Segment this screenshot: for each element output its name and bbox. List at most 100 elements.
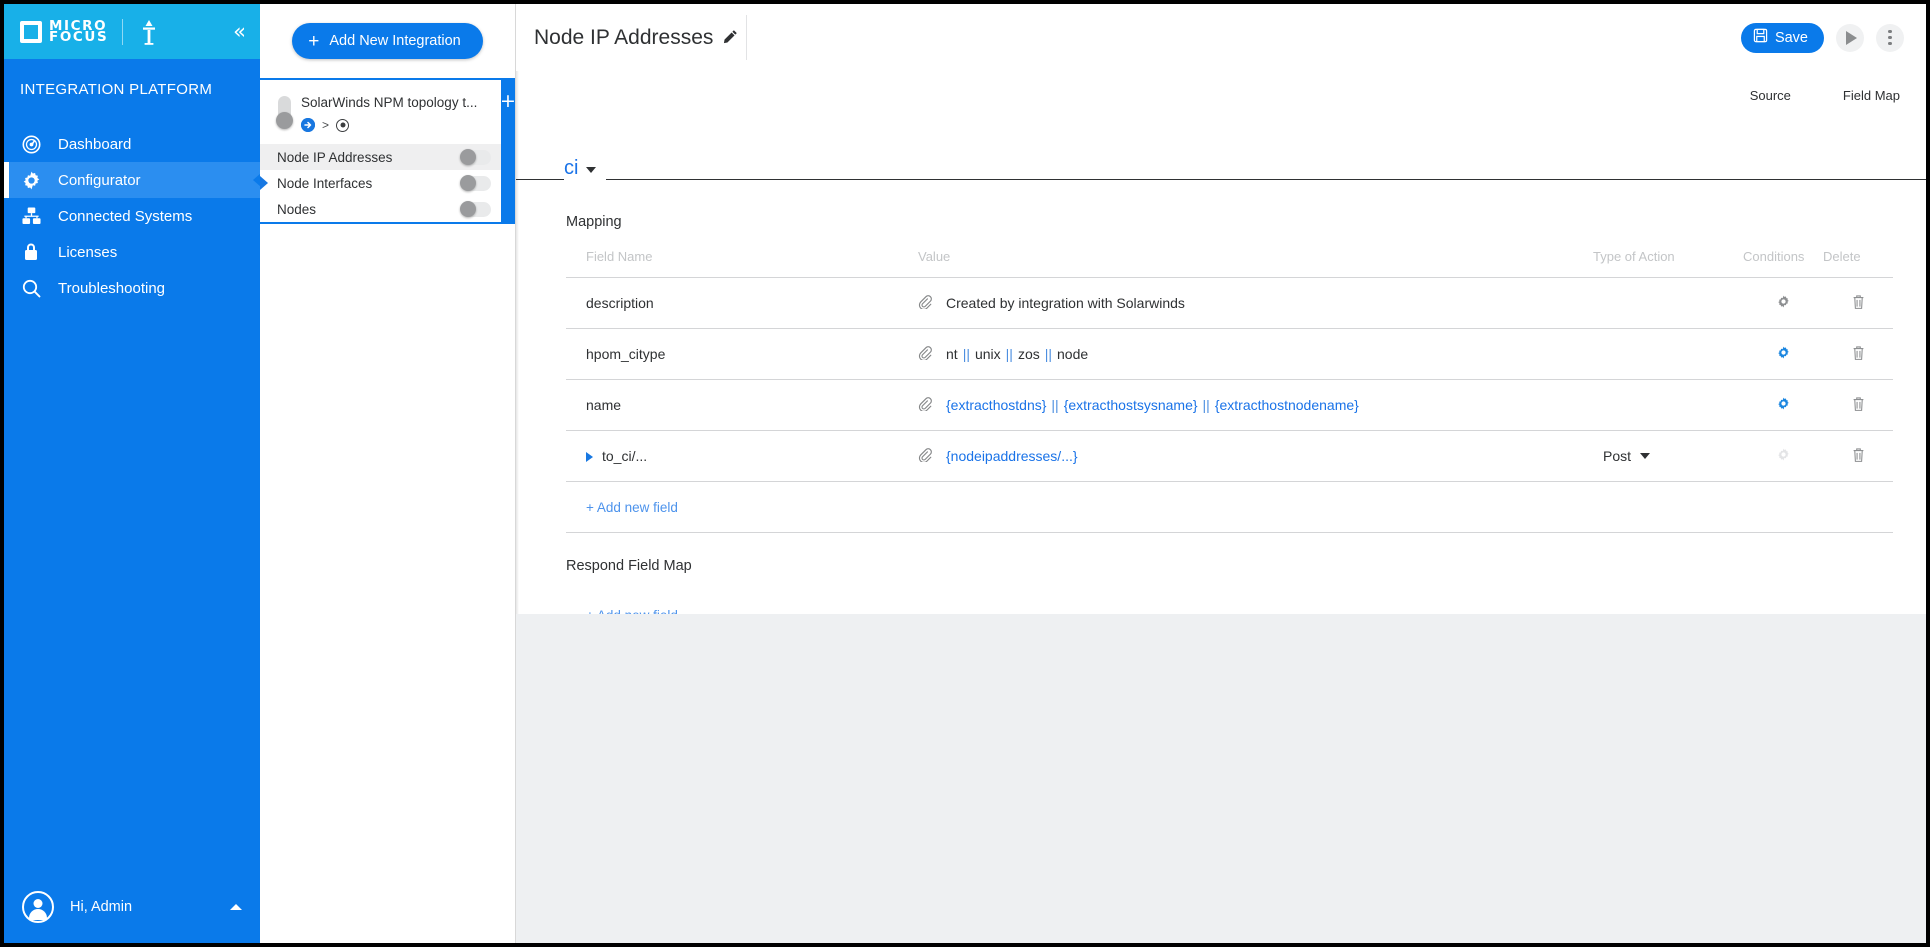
value-separator-icon: || <box>962 346 970 362</box>
tower-icon[interactable] <box>139 19 159 45</box>
attachment-icon[interactable] <box>918 396 932 414</box>
sidebar-item-connected-systems[interactable]: Connected Systems <box>4 198 260 234</box>
value-separator-icon: || <box>1005 346 1013 362</box>
tab-field-map[interactable]: Field Map <box>1816 81 1926 109</box>
expand-row-icon[interactable] <box>586 452 593 463</box>
column-header-field-name: Field Name <box>566 249 918 278</box>
platform-title: INTEGRATION PLATFORM <box>20 81 213 98</box>
run-button[interactable] <box>1836 23 1864 52</box>
content-background <box>516 614 1926 943</box>
attachment-icon[interactable] <box>918 345 932 363</box>
header-actions: Save <box>1740 22 1926 53</box>
respond-field-map-table: + Add new field <box>566 593 1893 614</box>
brand-divider <box>122 18 124 45</box>
add-new-integration-button[interactable]: + Add New Integration <box>292 23 483 59</box>
table-header-row: Field Name Value Type of Action Conditio… <box>566 249 1893 278</box>
user-menu[interactable]: Hi, Admin <box>4 871 260 943</box>
add-new-integration-label: Add New Integration <box>329 33 461 49</box>
page-title-text: Node IP Addresses <box>534 25 714 49</box>
sidebar-item-troubleshooting[interactable]: Troubleshooting <box>4 270 260 306</box>
mapping-table: Field Name Value Type of Action Conditio… <box>566 249 1893 533</box>
attachment-icon[interactable] <box>918 294 932 312</box>
type-of-action-select[interactable]: Post <box>1593 448 1651 464</box>
sidebar-item-licenses[interactable]: Licenses <box>4 234 260 270</box>
value-part: nt <box>946 346 958 362</box>
sidebar-item-dashboard[interactable]: Dashboard <box>4 126 260 162</box>
attachment-icon[interactable] <box>918 447 932 465</box>
logo-square-icon <box>20 20 42 43</box>
value-separator-icon: || <box>1202 397 1210 413</box>
table-row: hpom_citype nt || unix || zos || node <box>566 328 1893 380</box>
respond-add-new-field-link[interactable]: + Add new field <box>586 608 678 614</box>
delete-trash-icon[interactable] <box>1851 447 1866 466</box>
add-field-cell: + Add new field <box>566 481 1893 533</box>
flow-enable-toggle[interactable] <box>460 200 491 217</box>
row-delete <box>1823 379 1893 431</box>
row-delete <box>1823 430 1893 482</box>
add-flow-button[interactable]: + <box>500 92 516 111</box>
header-rule <box>516 179 1926 180</box>
chevron-up-icon[interactable] <box>230 904 242 910</box>
save-button[interactable]: Save <box>1740 22 1824 53</box>
tab-source[interactable]: Source <box>1723 81 1817 109</box>
column-header-value: Value <box>918 249 1593 278</box>
flow-item-nodes[interactable]: Nodes <box>260 196 501 222</box>
row-value-text: {extracthostdns} || {extracthostsysname} ||… <box>946 397 1359 413</box>
conditions-gear-icon[interactable] <box>1776 345 1791 363</box>
integration-list-panel: + Add New Integration + SolarWinds NPM t… <box>260 4 516 943</box>
row-action <box>1593 379 1743 431</box>
integration-header: SolarWinds NPM topology t... > <box>260 80 515 144</box>
gear-icon <box>4 170 58 191</box>
add-field-row: + Add new field <box>566 593 1893 614</box>
brand-bar: MICRO FOCUS « <box>4 4 260 59</box>
sidebar-item-label: Connected Systems <box>58 207 193 225</box>
integration-flow-list: Node IP Addresses Node Interfaces Nodes <box>260 144 515 222</box>
avatar-icon <box>22 891 54 923</box>
value-part: node <box>1057 346 1089 362</box>
add-field-row: + Add new field <box>566 481 1893 533</box>
value-part: zos <box>1017 346 1040 362</box>
collapse-sidebar-button[interactable]: « <box>233 21 246 42</box>
delete-trash-icon[interactable] <box>1851 396 1866 415</box>
row-conditions <box>1743 430 1823 482</box>
integration-enable-toggle[interactable] <box>276 94 293 132</box>
field-map-panel: Source Field Map ci Mapping Field Name V… <box>516 71 1926 614</box>
row-value: {extracthostdns} || {extracthostsysname} ||… <box>918 379 1593 431</box>
lock-icon <box>4 242 58 262</box>
sidebar-item-label: Troubleshooting <box>58 279 166 297</box>
row-value: {nodeipaddresses/...} <box>918 430 1593 482</box>
add-integration-toolbar: + Add New Integration <box>260 4 515 78</box>
dashboard-icon <box>4 135 58 154</box>
value-separator-icon: || <box>1051 397 1059 413</box>
micro-focus-logo: MICRO FOCUS <box>20 19 109 45</box>
delete-trash-icon[interactable] <box>1851 294 1866 313</box>
row-field-name: description <box>566 277 918 329</box>
more-options-button[interactable] <box>1876 23 1904 52</box>
add-new-field-link[interactable]: + Add new field <box>586 500 678 515</box>
integration-title: SolarWinds NPM topology t... <box>301 95 478 110</box>
column-header-conditions: Conditions <box>1743 249 1823 278</box>
flow-enable-toggle[interactable] <box>460 148 491 165</box>
tab-label: Source <box>1749 87 1791 103</box>
logo-line-2: FOCUS <box>49 28 109 45</box>
entity-select[interactable]: ci <box>564 157 607 180</box>
value-part: {extracthostsysname} <box>1063 397 1198 413</box>
conditions-gear-icon[interactable] <box>1776 294 1791 312</box>
flow-item-node-interfaces[interactable]: Node Interfaces <box>260 170 501 196</box>
sidebar-item-configurator[interactable]: Configurator <box>4 162 261 198</box>
page-title: Node IP Addresses <box>516 26 738 50</box>
search-icon <box>4 279 58 298</box>
flow-enable-toggle[interactable] <box>460 174 491 191</box>
entity-select-value: ci <box>564 157 579 179</box>
conditions-gear-icon[interactable] <box>1776 396 1791 414</box>
row-conditions <box>1743 328 1823 380</box>
panel-left-shadow <box>516 71 519 614</box>
delete-trash-icon[interactable] <box>1851 345 1866 364</box>
add-field-cell: + Add new field <box>566 593 1893 614</box>
flow-item-node-ip-addresses[interactable]: Node IP Addresses <box>260 144 501 170</box>
pencil-icon[interactable] <box>723 26 738 50</box>
flow-item-label: Nodes <box>277 201 317 217</box>
row-action <box>1593 277 1743 329</box>
user-greeting: Hi, Admin <box>70 899 133 915</box>
column-header-delete: Delete <box>1823 249 1893 278</box>
